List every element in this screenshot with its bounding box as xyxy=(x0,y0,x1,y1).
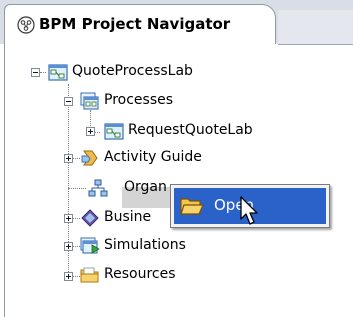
tree-item-label: Processes xyxy=(104,92,174,108)
resources-folder-icon xyxy=(80,267,99,283)
simulations-icon xyxy=(80,237,100,254)
collapse-toggle-icon[interactable] xyxy=(64,97,73,106)
processes-folder-icon xyxy=(80,92,99,110)
project-icon xyxy=(48,64,68,81)
tree-item-label: Organ xyxy=(124,179,167,195)
expand-toggle-icon[interactable] xyxy=(64,272,73,281)
tab-bpm-project-navigator[interactable]: BPM Project Navigator xyxy=(4,4,276,44)
expand-toggle-icon[interactable] xyxy=(64,242,73,251)
expand-toggle-icon[interactable] xyxy=(64,154,73,163)
project-navigator-panel: BPM Project Navigator QuoteProcessLab Pr… xyxy=(0,0,353,317)
tree-item-label: RequestQuoteLab xyxy=(128,122,253,138)
tree-item-label: Resources xyxy=(104,266,176,282)
tab-strip: BPM Project Navigator xyxy=(0,0,353,45)
navigator-icon xyxy=(17,16,35,34)
tree-item-label: Simulations xyxy=(104,237,186,253)
business-catalog-icon xyxy=(81,209,99,227)
panel-border xyxy=(4,44,5,317)
tree-item-label: Activity Guide xyxy=(104,149,202,165)
open-folder-icon xyxy=(180,198,204,215)
process-icon xyxy=(104,123,124,140)
activity-guide-icon xyxy=(81,150,98,166)
expand-toggle-icon[interactable] xyxy=(86,127,95,136)
collapse-toggle-icon[interactable] xyxy=(31,68,40,77)
organization-icon xyxy=(88,179,108,197)
tree-item-label: Busine xyxy=(104,209,152,225)
expand-toggle-icon[interactable] xyxy=(64,214,73,223)
panel-title: BPM Project Navigator xyxy=(39,15,231,33)
tab-strip-empty-area xyxy=(278,10,353,45)
pointer-cursor-icon xyxy=(240,196,258,225)
tree-item-label: QuoteProcessLab xyxy=(72,63,193,79)
